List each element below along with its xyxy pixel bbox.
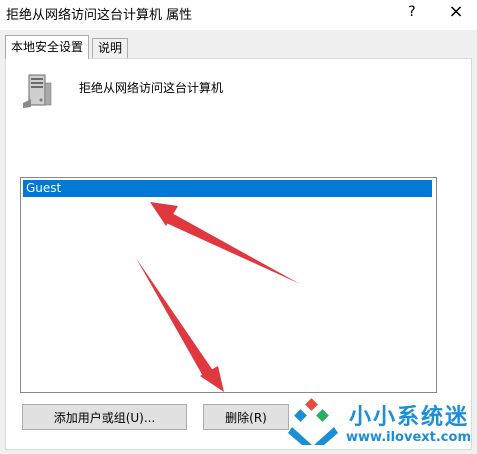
tab-local-security-setting[interactable]: 本地安全设置 bbox=[5, 35, 90, 59]
help-button[interactable]: ? bbox=[402, 2, 422, 22]
properties-dialog: 拒绝从网络访问这台计算机 属性 ? × 本地安全设置 说明 拒绝从网络访问这台计… bbox=[0, 0, 477, 454]
watermark-url: www.ilovext.com bbox=[346, 430, 471, 445]
close-button[interactable]: × bbox=[444, 1, 468, 23]
add-user-or-group-button[interactable]: 添加用户或组(U)... bbox=[22, 404, 187, 430]
watermark-logo-icon bbox=[288, 398, 338, 445]
window-title: 拒绝从网络访问这台计算机 属性 bbox=[6, 8, 193, 23]
policy-name: 拒绝从网络访问这台计算机 bbox=[79, 81, 224, 95]
list-item[interactable]: Guest bbox=[23, 180, 432, 197]
remove-button[interactable]: 删除(R) bbox=[203, 404, 289, 430]
tab-explain[interactable]: 说明 bbox=[92, 38, 129, 58]
user-group-list[interactable]: Guest bbox=[20, 177, 437, 393]
title-bar: 拒绝从网络访问这台计算机 属性 ? × bbox=[0, 0, 477, 30]
server-icon bbox=[23, 74, 52, 108]
tab-panel: 拒绝从网络访问这台计算机 Guest 添加用户或组(U)... 删除(R) bbox=[5, 58, 472, 450]
watermark-name: 小小系统迷 bbox=[349, 405, 470, 430]
